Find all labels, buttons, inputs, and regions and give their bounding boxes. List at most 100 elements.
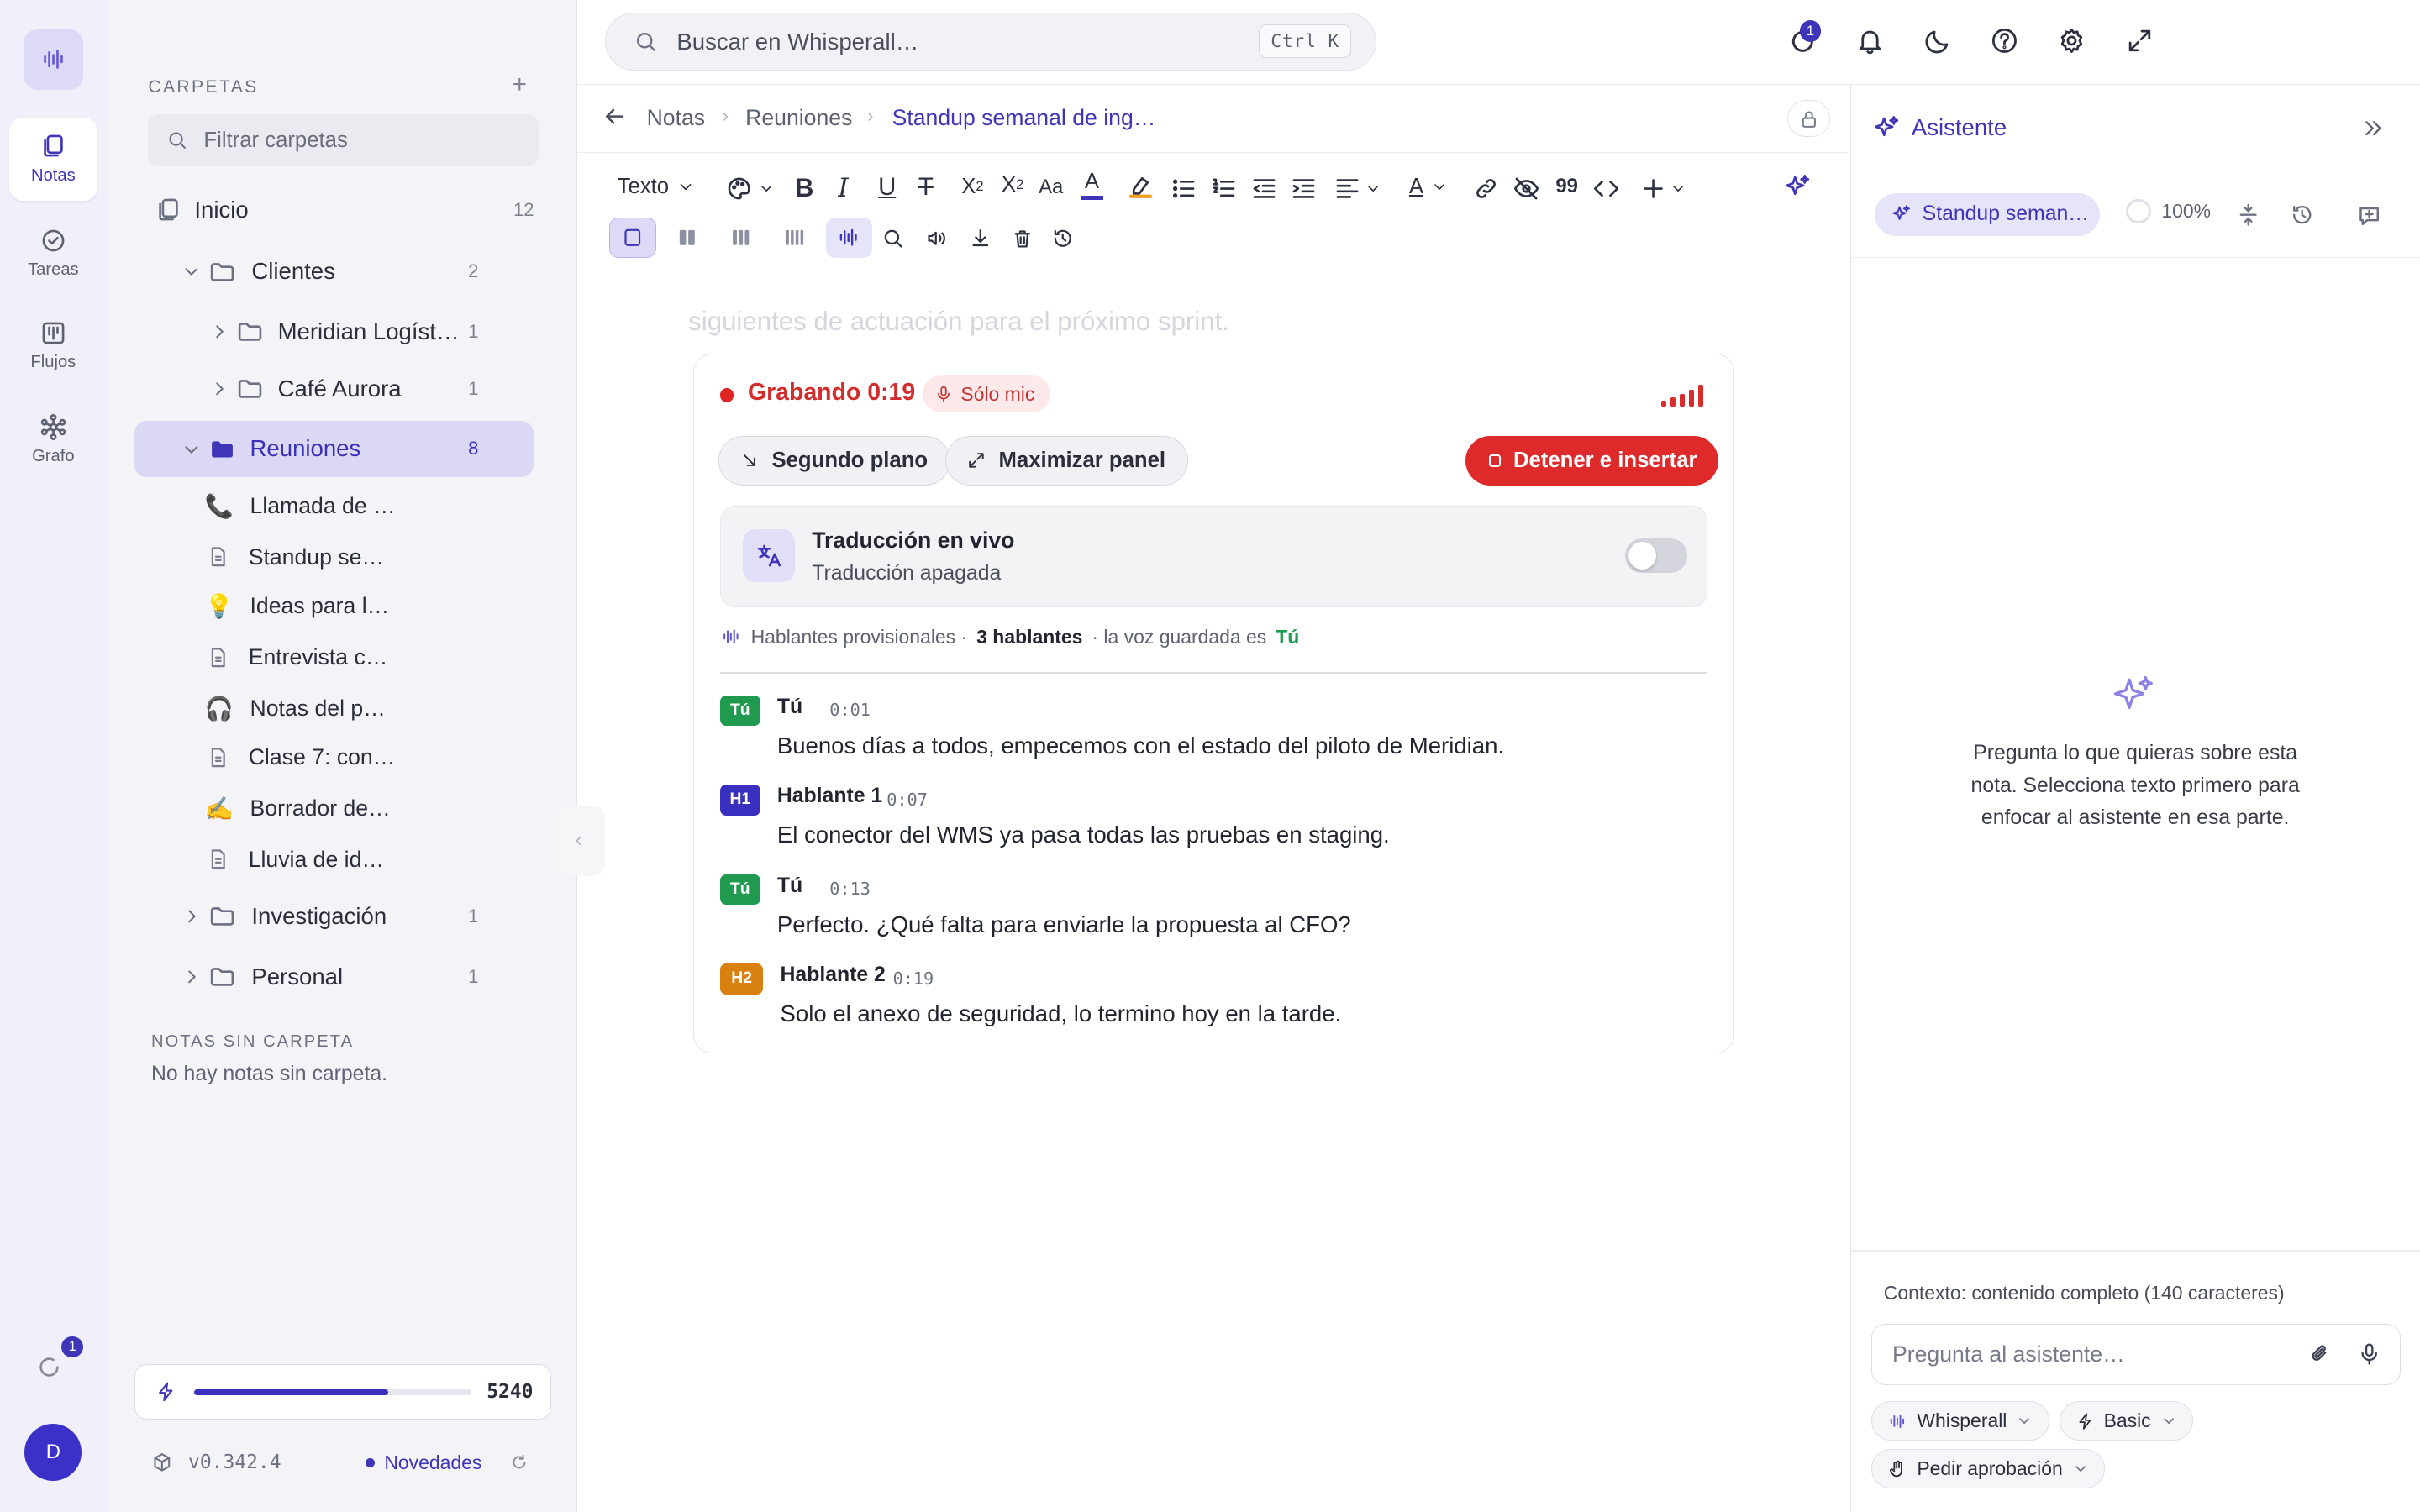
speaker-button[interactable] <box>924 227 948 250</box>
italic-button[interactable]: I <box>838 173 848 203</box>
news-link[interactable]: Novedades <box>366 1452 481 1474</box>
bullet-list-button[interactable] <box>1170 175 1197 202</box>
sync-icon[interactable] <box>35 1353 63 1381</box>
user-avatar[interactable]: D <box>24 1424 82 1482</box>
moon-icon[interactable] <box>1923 26 1953 55</box>
transcript-button[interactable] <box>825 217 872 258</box>
note-item[interactable]: Standup se… <box>203 533 384 582</box>
link-button[interactable] <box>1472 175 1500 202</box>
chevron-down-icon[interactable] <box>181 438 203 460</box>
text-style-select[interactable]: Texto <box>618 175 696 199</box>
ai-assist-button[interactable] <box>1784 173 1812 201</box>
background-button[interactable]: Segundo plano <box>718 435 950 486</box>
help-icon[interactable] <box>1990 26 2019 55</box>
note-item[interactable]: Clase 7: con… <box>203 732 395 782</box>
align-button[interactable] <box>1334 175 1381 202</box>
paperclip-icon[interactable] <box>2307 1341 2332 1366</box>
model-select[interactable]: Whisperall <box>1871 1400 2049 1441</box>
color-palette-button[interactable] <box>725 175 775 202</box>
rail-item-notas[interactable]: Notas <box>9 117 97 201</box>
audio-source-badge[interactable]: Sólo mic <box>922 375 1050 413</box>
layout-four-columns-button[interactable] <box>771 218 818 258</box>
numbered-list-button[interactable] <box>1210 175 1238 202</box>
underline-button[interactable]: U <box>878 173 896 202</box>
stop-and-insert-button[interactable]: Detener e insertar <box>1465 435 1719 486</box>
compress-icon[interactable] <box>2236 202 2260 227</box>
folder-investigacion[interactable]: Investigación 1 <box>134 889 534 944</box>
add-folder-button[interactable]: + <box>513 71 527 99</box>
bell-icon[interactable] <box>1855 26 1885 55</box>
chevron-right-icon[interactable] <box>181 966 203 988</box>
folder-cafe-aurora[interactable]: Café Aurora 1 <box>134 361 534 417</box>
tree-item-inicio[interactable]: Inicio 12 <box>134 182 534 238</box>
global-search: Ctrl K <box>604 12 1377 71</box>
refresh-icon[interactable] <box>509 1452 529 1473</box>
quote-button[interactable]: 99 <box>1555 175 1578 198</box>
chevron-right-icon[interactable] <box>208 321 230 343</box>
note-item[interactable]: 💡 Ideas para l… <box>203 581 390 631</box>
text-case-button[interactable]: Aa <box>1039 176 1063 199</box>
download-button[interactable] <box>969 227 992 250</box>
chevron-down-icon <box>761 186 771 192</box>
note-item[interactable]: Entrevista c… <box>203 633 387 682</box>
note-item[interactable]: ✍️ Borrador de… <box>203 784 391 833</box>
expand-icon[interactable] <box>2125 26 2154 55</box>
code-button[interactable] <box>1592 175 1620 202</box>
folder-reuniones[interactable]: Reuniones 8 <box>134 421 534 477</box>
mic-icon[interactable] <box>2357 1341 2381 1366</box>
collapse-sidebar-handle[interactable]: ‹ <box>552 805 605 877</box>
speakers-prefix: Hablantes provisionales · <box>750 625 968 648</box>
layout-single-button[interactable] <box>609 217 656 258</box>
breadcrumb-item[interactable]: Reuniones <box>745 105 852 131</box>
hide-text-button[interactable] <box>1512 175 1540 202</box>
bold-button[interactable]: B <box>795 173 814 203</box>
context-note-chip[interactable]: Standup seman… <box>1874 192 2100 236</box>
maximize-panel-button[interactable]: Maximizar panel <box>945 435 1188 486</box>
folder-meridian[interactable]: Meridian Logística 1 <box>134 304 534 360</box>
text-color-button[interactable]: A <box>1080 170 1104 201</box>
superscript-button[interactable]: X2 <box>1002 173 1023 197</box>
indent-button[interactable] <box>1290 175 1318 202</box>
rail-item-flujos[interactable]: Flujos <box>9 304 97 387</box>
history-icon[interactable] <box>2290 202 2314 227</box>
chevron-down-icon <box>2075 1466 2086 1473</box>
history-button[interactable] <box>1051 227 1075 250</box>
tier-select[interactable]: Basic <box>2060 1400 2194 1441</box>
delete-button[interactable] <box>1011 227 1034 250</box>
layout-three-columns-button[interactable] <box>718 218 764 258</box>
gear-icon[interactable] <box>2057 26 2086 55</box>
lock-note-button[interactable] <box>1786 100 1831 138</box>
whisperall-logo-icon[interactable] <box>23 29 84 90</box>
global-search-input[interactable] <box>676 28 1233 55</box>
layout-two-columns-button[interactable] <box>664 218 710 258</box>
chevron-right-icon[interactable] <box>181 906 203 927</box>
note-item[interactable]: 🎧 Notas del p… <box>203 684 386 733</box>
note-item[interactable]: Lluvia de id… <box>203 835 384 885</box>
chevron-right-icon[interactable] <box>208 378 230 400</box>
usage-meter[interactable]: 5240 <box>134 1363 551 1420</box>
chevron-down-icon[interactable] <box>181 260 203 282</box>
note-item[interactable]: 📞 Llamada de … <box>203 481 396 531</box>
outdent-button[interactable] <box>1250 175 1278 202</box>
font-size-button[interactable]: A <box>1409 175 1449 199</box>
new-chat-icon[interactable] <box>2356 202 2382 228</box>
highlight-button[interactable] <box>1127 171 1155 199</box>
progress-ring-icon <box>2126 198 2151 224</box>
rail-item-tareas[interactable]: Tareas <box>9 212 97 295</box>
collapse-panel-icon[interactable] <box>2360 116 2385 140</box>
folder-clientes[interactable]: Clientes 2 <box>134 244 534 299</box>
back-arrow-icon[interactable] <box>602 103 628 129</box>
assistant-input[interactable] <box>1891 1341 2294 1368</box>
approval-select[interactable]: Pedir aprobación <box>1871 1448 2106 1489</box>
rail-item-grafo[interactable]: Grafo <box>9 398 97 481</box>
strikethrough-button[interactable]: T <box>918 173 934 202</box>
search-transcript-button[interactable] <box>881 227 905 250</box>
breadcrumb-item[interactable]: Notas <box>647 105 706 131</box>
audio-level-bar <box>1680 394 1685 407</box>
lightning-icon <box>2079 1412 2091 1430</box>
folder-personal[interactable]: Personal 1 <box>134 949 534 1005</box>
insert-button[interactable] <box>1639 175 1687 202</box>
translation-toggle[interactable] <box>1625 538 1687 573</box>
folder-filter-input[interactable] <box>203 128 513 153</box>
subscript-button[interactable]: X2 <box>961 175 983 199</box>
